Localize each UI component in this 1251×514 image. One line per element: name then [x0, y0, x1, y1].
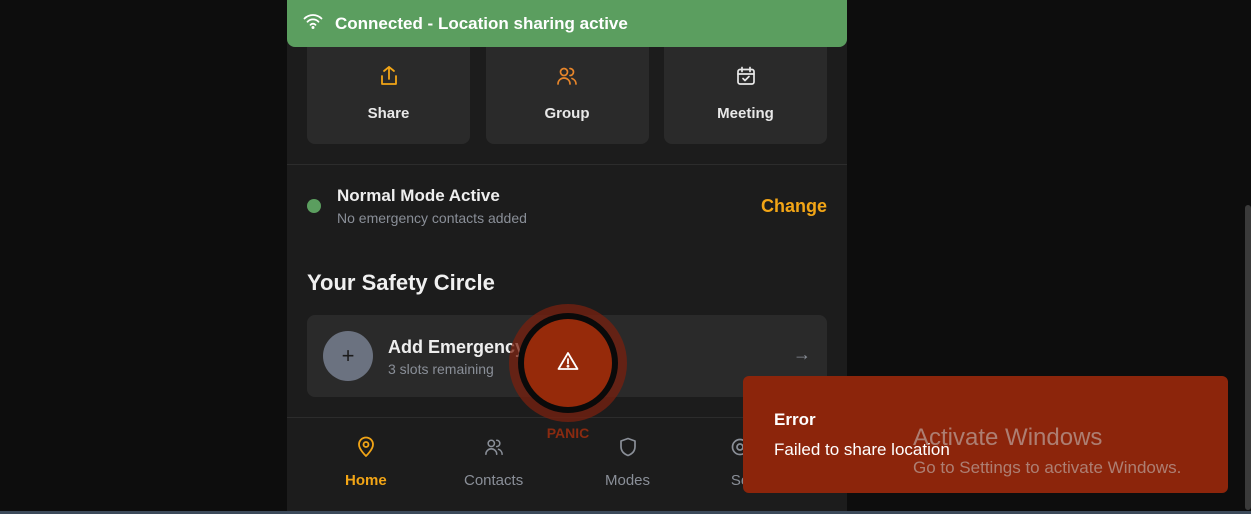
group-button[interactable]: Group: [485, 47, 649, 144]
nav-item-home[interactable]: Home: [345, 436, 387, 489]
wifi-icon: [303, 13, 335, 34]
screen: Share Group Meeting Normal Mode Active N…: [0, 0, 1251, 514]
panic-button-face: [524, 319, 612, 407]
mode-status-row: Normal Mode Active No emergency contacts…: [307, 184, 827, 230]
slots-remaining: 3 slots remaining: [388, 361, 494, 377]
status-dot: [307, 199, 321, 213]
panic-button[interactable]: [518, 313, 618, 413]
users-icon: [556, 65, 578, 87]
change-mode-button[interactable]: Change: [761, 196, 827, 217]
divider: [287, 164, 847, 165]
nav-item-modes[interactable]: Modes: [605, 436, 650, 489]
add-contact-title: Add Emergency: [388, 337, 526, 357]
safety-circle-heading: Your Safety Circle: [307, 270, 495, 295]
nav-label: Home: [345, 472, 387, 489]
activate-windows-hint: Go to Settings to activate Windows.: [913, 458, 1182, 477]
activate-windows-watermark: Activate Windows: [913, 424, 1103, 451]
share-label: Share: [367, 105, 410, 122]
meeting-label: Meeting: [717, 105, 774, 122]
connection-status-banner: Connected - Location sharing active: [287, 0, 847, 47]
arrow-right-icon: →: [793, 344, 811, 364]
share-icon: [379, 65, 399, 87]
calendar-check-icon: [736, 65, 756, 87]
meeting-button[interactable]: Meeting: [664, 47, 827, 144]
nav-label: Modes: [605, 472, 651, 489]
map-pin-icon: [357, 436, 375, 458]
warning-icon: [557, 351, 579, 376]
users-icon: [484, 436, 504, 458]
nav-item-contacts[interactable]: Contacts: [464, 436, 523, 489]
share-button[interactable]: Share: [307, 47, 470, 144]
mode-title: Normal Mode Active: [337, 186, 500, 205]
plus-icon: +: [323, 331, 373, 381]
banner-text: Connected - Location sharing active: [335, 13, 628, 33]
panic-label: PANIC: [546, 425, 590, 441]
mode-subtitle: No emergency contacts added: [337, 210, 527, 226]
toast-title: Error: [774, 410, 816, 429]
quick-actions: Share Group Meeting: [307, 47, 827, 144]
group-label: Group: [544, 105, 590, 122]
nav-label: Contacts: [464, 472, 524, 489]
scrollbar[interactable]: [1245, 205, 1251, 510]
